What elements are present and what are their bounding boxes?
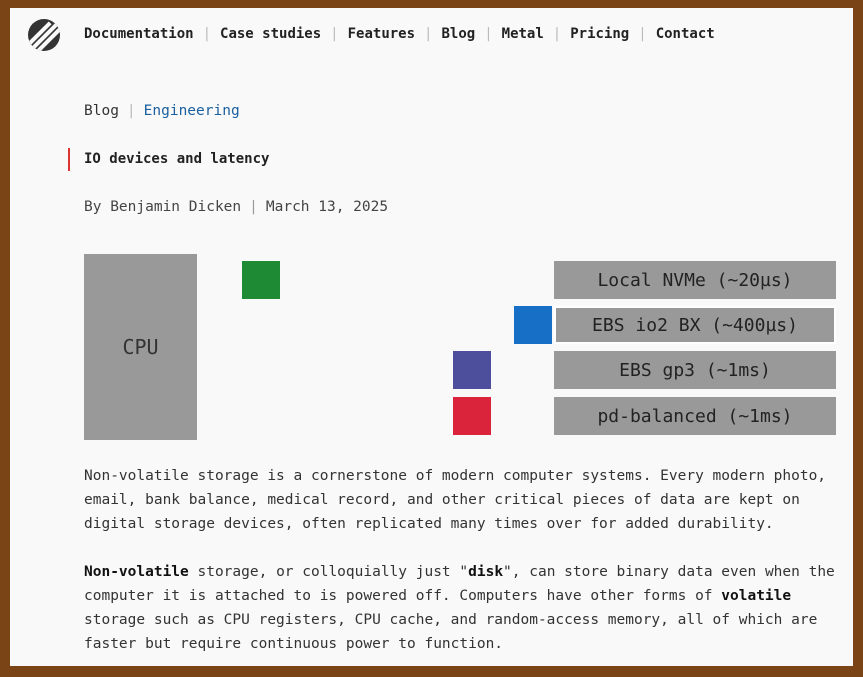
nav-separator: |: [424, 26, 433, 42]
bold-term: volatile: [721, 588, 792, 604]
breadcrumb-category[interactable]: Engineering: [144, 103, 240, 119]
logo-icon[interactable]: [28, 19, 60, 51]
top-nav: Documentation | Case studies | Features …: [84, 26, 715, 42]
nav-contact[interactable]: Contact: [656, 26, 715, 42]
byline-separator: |: [249, 199, 258, 215]
cpu-label: CPU: [122, 335, 159, 359]
device-ebs-io2-bx: EBS io2 BX (~400µs): [554, 306, 836, 344]
bold-term: disk: [468, 564, 504, 580]
data-packet-blue: [514, 306, 552, 344]
author: By Benjamin Dicken: [84, 199, 242, 215]
nav-separator: |: [202, 26, 212, 42]
breadcrumb: Blog | Engineering: [84, 103, 240, 119]
article-title: IO devices and latency: [84, 151, 270, 167]
paragraph-intro: Non-volatile storage is a cornerstone of…: [84, 468, 827, 532]
device-pd-balanced: pd-balanced (~1ms): [554, 397, 836, 435]
device-ebs-gp3: EBS gp3 (~1ms): [554, 351, 836, 389]
nav-separator: |: [638, 26, 647, 42]
nav-case-studies[interactable]: Case studies: [220, 26, 321, 42]
data-packet-green: [242, 261, 280, 299]
nav-separator: |: [484, 26, 493, 42]
nav-separator: |: [330, 26, 339, 42]
nav-blog[interactable]: Blog: [441, 26, 475, 42]
breadcrumb-blog[interactable]: Blog: [84, 103, 119, 119]
paragraph-text: storage, or colloquially just ": [188, 564, 469, 580]
nav-separator: |: [552, 26, 562, 42]
breadcrumb-separator: |: [126, 103, 136, 119]
device-local-nvme: Local NVMe (~20µs): [554, 261, 836, 299]
cpu-box: CPU: [84, 254, 197, 440]
page-frame: Documentation | Case studies | Features …: [10, 8, 853, 666]
data-packet-purple: [453, 351, 491, 389]
bold-term: Non-volatile: [84, 564, 189, 580]
paragraph-non-volatile: Non-volatile storage, or colloquially ju…: [84, 560, 844, 656]
paragraph-text: storage such as CPU registers, CPU cache…: [84, 612, 818, 652]
nav-pricing[interactable]: Pricing: [570, 26, 629, 42]
byline: By Benjamin Dicken | March 13, 2025: [84, 199, 388, 215]
publish-date: March 13, 2025: [265, 199, 389, 215]
nav-metal[interactable]: Metal: [502, 26, 544, 42]
data-packet-red: [453, 397, 491, 435]
nav-features[interactable]: Features: [348, 26, 415, 42]
title-accent-bar: [68, 148, 70, 171]
nav-documentation[interactable]: Documentation: [84, 26, 194, 42]
